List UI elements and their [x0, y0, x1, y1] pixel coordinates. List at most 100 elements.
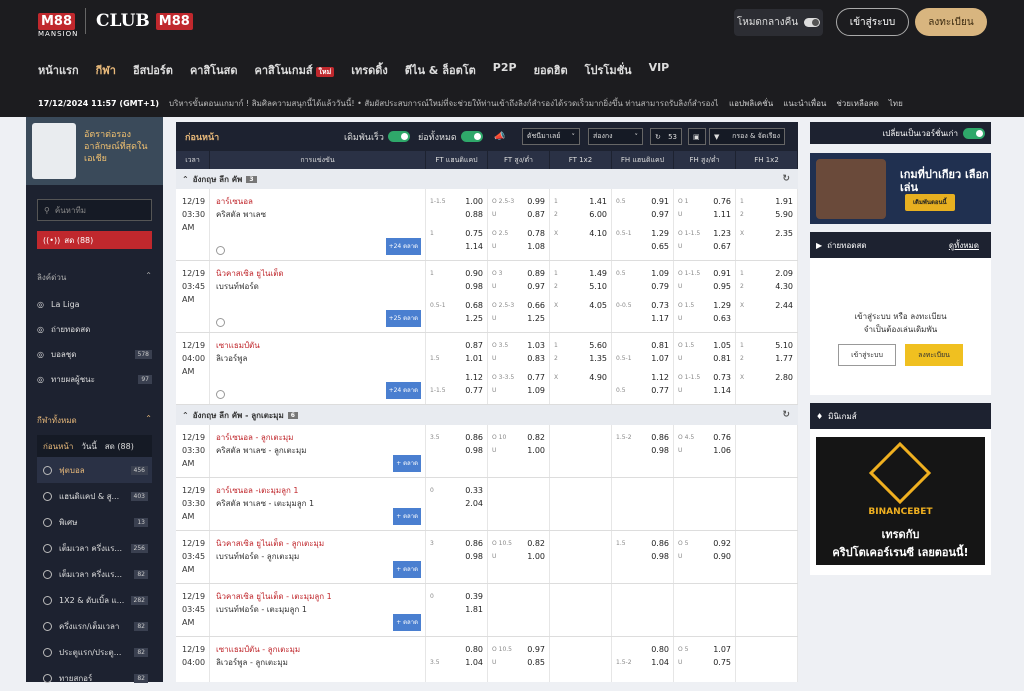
odds-value[interactable]: 0.86: [465, 539, 483, 548]
odds-value[interactable]: 1.77: [775, 354, 793, 363]
nav-item[interactable]: โปรโมชั่น: [585, 61, 632, 79]
all-sports-header[interactable]: กีฬาทั้งหมด ⌃: [37, 414, 152, 427]
odds-line[interactable]: U 1.09: [488, 384, 549, 397]
odds-line[interactable]: [550, 312, 611, 325]
stats-icon[interactable]: [216, 318, 225, 327]
odds-line[interactable]: U 0.75: [674, 656, 735, 669]
odds-line[interactable]: U 1.06: [674, 444, 735, 457]
odds-value[interactable]: 1.29: [651, 229, 669, 238]
more-markets-button[interactable]: + ตลาด: [393, 455, 421, 472]
stats-icon[interactable]: [216, 390, 225, 399]
odds-line[interactable]: [550, 431, 611, 444]
odds-value[interactable]: 0.67: [713, 242, 731, 251]
app-link[interactable]: แอปพลิเคชั่น: [729, 97, 773, 110]
odds-line[interactable]: 1.5-2 1.04: [612, 656, 673, 669]
odds-value[interactable]: 0.77: [465, 386, 483, 395]
odds-value[interactable]: 1.07: [713, 645, 731, 654]
odds-line[interactable]: 2 5.10: [550, 280, 611, 293]
sport-item[interactable]: ฟุตบอล 456: [37, 457, 152, 483]
odds-line[interactable]: O 5 0.92: [674, 537, 735, 550]
odds-value[interactable]: 0.87: [527, 210, 545, 219]
odds-line[interactable]: U 1.00: [488, 444, 549, 457]
pacquiao-banner[interactable]: เกมที่ปาเกียว เลือกเล่น เดิมพันตอนนี้: [810, 153, 991, 224]
odds-line[interactable]: O 2.5 0.78: [488, 227, 549, 240]
odds-value[interactable]: 1.08: [527, 242, 545, 251]
odds-line[interactable]: 0.98: [426, 550, 487, 563]
away-team[interactable]: ลิเวอร์พูล: [216, 352, 425, 365]
filter-button[interactable]: ▼ กรอง & จัดเรียง: [709, 128, 785, 145]
odds-line[interactable]: [550, 497, 611, 510]
quick-link[interactable]: ◎ ทายผลผู้ชนะ 97: [37, 367, 152, 392]
odds-line[interactable]: 1 2.09: [736, 267, 797, 280]
odds-value[interactable]: 1.06: [713, 446, 731, 455]
sport-tab[interactable]: วันนี้: [81, 440, 96, 453]
odds-line[interactable]: [550, 384, 611, 397]
odds-line[interactable]: [736, 312, 797, 325]
refresh-icon[interactable]: ↻: [782, 410, 790, 420]
odds-line[interactable]: O 1.5 1.05: [674, 339, 735, 352]
odds-value[interactable]: 0.98: [651, 552, 669, 561]
quick-link[interactable]: ◎ บอลชุด 578: [37, 342, 152, 367]
odds-line[interactable]: [736, 537, 797, 550]
odds-line[interactable]: 0 0.33: [426, 484, 487, 497]
odds-line[interactable]: [488, 497, 549, 510]
odds-line[interactable]: [612, 603, 673, 616]
odds-line[interactable]: [674, 497, 735, 510]
odds-value[interactable]: 0.75: [713, 658, 731, 667]
sport-item[interactable]: แฮนดิแคป & สู... 403: [37, 483, 152, 509]
odds-value[interactable]: 1.04: [651, 658, 669, 667]
odds-line[interactable]: 2 1.35: [550, 352, 611, 365]
home-team[interactable]: อาร์เซนอล - ลูกเตะมุม: [216, 431, 425, 444]
more-markets-button[interactable]: +24 ตลาด: [385, 238, 421, 255]
odds-line[interactable]: 0.98: [612, 550, 673, 563]
odds-value[interactable]: 1.35: [589, 354, 607, 363]
odds-line[interactable]: 3 0.86: [426, 537, 487, 550]
odds-value[interactable]: 0.73: [713, 373, 731, 382]
nav-item[interactable]: คาสิโนสด: [190, 61, 238, 79]
odds-value[interactable]: 1.12: [651, 373, 669, 382]
odds-line[interactable]: O 2.5-3 0.66: [488, 299, 549, 312]
dark-mode-toggle[interactable]: โหมดกลางคืน: [734, 9, 823, 36]
sport-item[interactable]: 1X2 & ดับเบิ้ล แ... 282: [37, 587, 152, 613]
odds-value[interactable]: 0.80: [465, 645, 483, 654]
odds-type-select[interactable]: ดัชนีมาเลย์ ˅: [522, 128, 580, 145]
sport-tab[interactable]: สด (88): [105, 440, 134, 453]
home-team[interactable]: นิวคาสเซิล ยูไนเต็ด - ลูกเตะมุม: [216, 537, 425, 550]
odds-line[interactable]: 0 0.39: [426, 590, 487, 603]
nav-item[interactable]: กีฬา: [96, 61, 116, 79]
odds-value[interactable]: 4.05: [589, 301, 607, 310]
sport-item[interactable]: พิเศษ 13: [37, 509, 152, 535]
nav-item[interactable]: ยอดฮิต: [534, 61, 568, 79]
odds-value[interactable]: 0.98: [465, 552, 483, 561]
odds-value[interactable]: 4.90: [589, 373, 607, 382]
odds-line[interactable]: [674, 484, 735, 497]
odds-line[interactable]: O 10.5 0.82: [488, 537, 549, 550]
sport-item[interactable]: ครึ่งแรก/เต็มเวลา 82: [37, 613, 152, 639]
odds-value[interactable]: 1.11: [713, 210, 731, 219]
odds-value[interactable]: 0.83: [527, 354, 545, 363]
odds-line[interactable]: [550, 656, 611, 669]
odds-line[interactable]: [488, 590, 549, 603]
odds-line[interactable]: O 10.5 0.97: [488, 643, 549, 656]
quick-bet-toggle[interactable]: เดิมพันเร็ว: [344, 130, 410, 144]
odds-value[interactable]: 0.66: [527, 301, 545, 310]
odds-line[interactable]: 0.5-1 0.68: [426, 299, 487, 312]
odds-value[interactable]: 1.00: [465, 197, 483, 206]
odds-line[interactable]: 1.25: [426, 312, 487, 325]
odds-line[interactable]: U 0.95: [674, 280, 735, 293]
odds-value[interactable]: 2.80: [775, 373, 793, 382]
odds-value[interactable]: 0.85: [527, 658, 545, 667]
odds-line[interactable]: 0.80: [612, 643, 673, 656]
odds-line[interactable]: U 1.00: [488, 550, 549, 563]
odds-line[interactable]: 1.12: [612, 371, 673, 384]
odds-line[interactable]: U 0.90: [674, 550, 735, 563]
odds-value[interactable]: 0.76: [713, 197, 731, 206]
odds-value[interactable]: 0.88: [465, 210, 483, 219]
odds-value[interactable]: 0.68: [465, 301, 483, 310]
odds-line[interactable]: 1 1.49: [550, 267, 611, 280]
odds-line[interactable]: 1 0.75: [426, 227, 487, 240]
odds-value[interactable]: 0.98: [465, 282, 483, 291]
collapse-all-toggle[interactable]: ย่อทั้งหมด: [418, 130, 483, 144]
odds-value[interactable]: 1.91: [775, 197, 793, 206]
odds-line[interactable]: U 0.63: [674, 312, 735, 325]
